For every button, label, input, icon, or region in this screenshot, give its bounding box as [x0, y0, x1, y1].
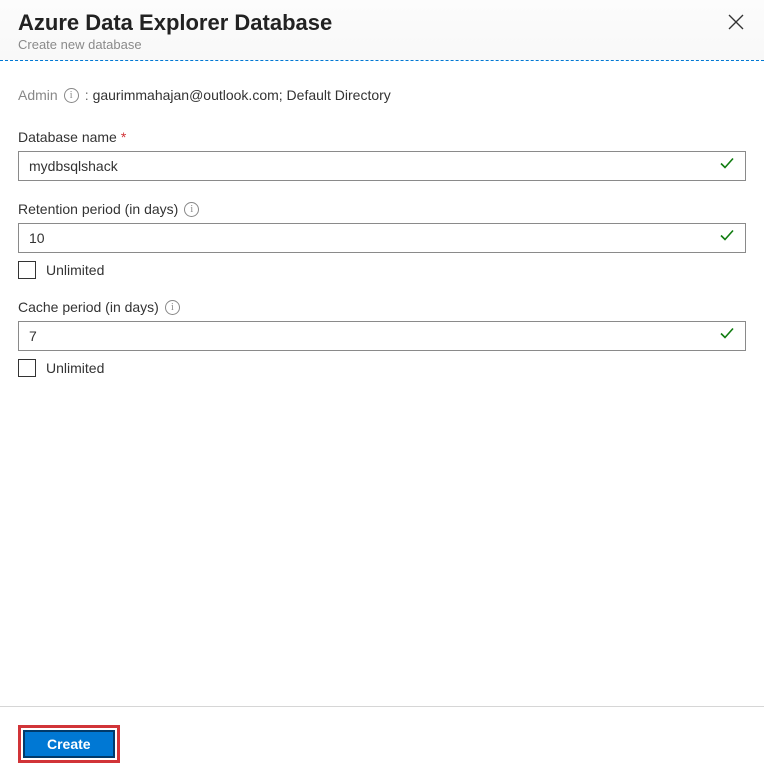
- create-button-highlight: Create: [18, 725, 120, 763]
- admin-value: gaurimmahajan@outlook.com; Default Direc…: [93, 87, 391, 103]
- cache-unlimited-label: Unlimited: [46, 360, 104, 376]
- cache-input[interactable]: [18, 321, 746, 351]
- close-icon: [728, 14, 744, 30]
- cache-label: Cache period (in days): [18, 299, 159, 315]
- database-name-input-wrap: [18, 151, 746, 181]
- retention-unlimited-row: Unlimited: [18, 261, 746, 279]
- database-name-label: Database name: [18, 129, 117, 145]
- panel-header: Azure Data Explorer Database Create new …: [0, 0, 764, 61]
- panel-title: Azure Data Explorer Database: [18, 10, 746, 36]
- create-button[interactable]: Create: [23, 730, 115, 758]
- retention-label-row: Retention period (in days) i: [18, 201, 746, 217]
- retention-input[interactable]: [18, 223, 746, 253]
- admin-row: Admin i : gaurimmahajan@outlook.com; Def…: [18, 87, 746, 103]
- cache-group: Cache period (in days) i Unlimited: [18, 299, 746, 377]
- retention-group: Retention period (in days) i Unlimited: [18, 201, 746, 279]
- database-name-group: Database name *: [18, 129, 746, 181]
- retention-unlimited-checkbox[interactable]: [18, 261, 36, 279]
- cache-unlimited-row: Unlimited: [18, 359, 746, 377]
- panel-subtitle: Create new database: [18, 37, 746, 52]
- database-name-label-row: Database name *: [18, 129, 746, 145]
- cache-input-wrap: [18, 321, 746, 351]
- retention-unlimited-label: Unlimited: [46, 262, 104, 278]
- panel-content: Admin i : gaurimmahajan@outlook.com; Def…: [0, 61, 764, 706]
- create-database-panel: Azure Data Explorer Database Create new …: [0, 0, 764, 781]
- database-name-input[interactable]: [18, 151, 746, 181]
- cache-unlimited-checkbox[interactable]: [18, 359, 36, 377]
- admin-label: Admin: [18, 87, 58, 103]
- info-icon[interactable]: i: [64, 88, 79, 103]
- info-icon[interactable]: i: [165, 300, 180, 315]
- required-star: *: [121, 129, 126, 145]
- retention-input-wrap: [18, 223, 746, 253]
- info-icon[interactable]: i: [184, 202, 199, 217]
- admin-separator: :: [85, 87, 89, 103]
- retention-label: Retention period (in days): [18, 201, 178, 217]
- cache-label-row: Cache period (in days) i: [18, 299, 746, 315]
- panel-footer: Create: [0, 706, 764, 781]
- close-button[interactable]: [724, 10, 748, 34]
